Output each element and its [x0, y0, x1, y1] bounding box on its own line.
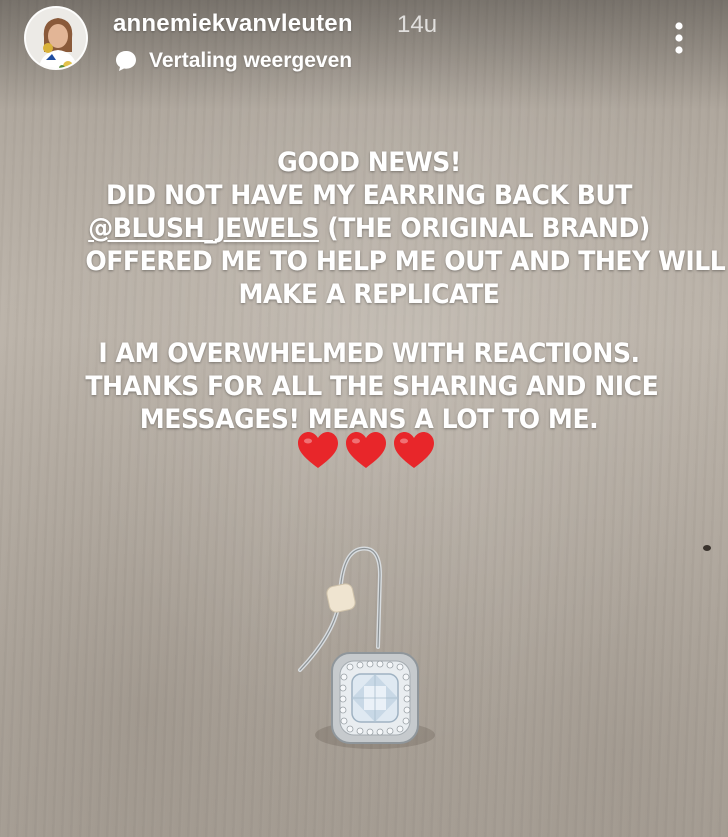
show-translation-label: Vertaling weergeven: [149, 49, 353, 72]
caption-line-with-mention: @BLUSH_JEWELS (THE ORIGINAL BRAND): [85, 212, 652, 245]
caption-line: GOOD NEWS!: [277, 147, 461, 178]
show-translation-button[interactable]: Vertaling weergeven: [113, 46, 352, 76]
avatar-photo: [26, 8, 86, 68]
caption-line: DID NOT HAVE MY EARRING BACK BUT: [106, 180, 632, 211]
caption-line: OFFERED ME TO HELP ME OUT AND THEY WILL: [85, 246, 726, 277]
earring-photo: [298, 546, 435, 749]
story-header: annemiekvanvleuten 14u Vertaling weergev…: [0, 0, 728, 90]
hearts-emoji-row: [296, 430, 441, 474]
story-view[interactable]: annemiekvanvleuten 14u Vertaling weergev…: [0, 0, 728, 837]
more-vertical-icon: [675, 22, 683, 54]
caption-text: (THE ORIGINAL BRAND): [318, 213, 650, 244]
caption-line: THANKS FOR ALL THE SHARING AND NICE: [85, 371, 659, 402]
red-heart-icon: [344, 430, 388, 470]
caption-line: MAKE A REPLICATE: [238, 279, 500, 310]
red-heart-icon: [392, 430, 436, 470]
story-caption: GOOD NEWS! DID NOT HAVE MY EARRING BACK …: [85, 146, 726, 436]
post-time: 14u: [397, 11, 438, 38]
caption-line: I AM OVERWHELMED WITH REACTIONS.: [98, 338, 640, 369]
avatar[interactable]: [24, 6, 88, 70]
mention-link[interactable]: @BLUSH_JEWELS: [88, 213, 319, 244]
username[interactable]: annemiekvanvleuten: [113, 10, 353, 38]
red-heart-icon: [296, 430, 340, 470]
speech-bubble-icon: [113, 48, 139, 74]
background-speck: [703, 545, 711, 551]
more-options-button[interactable]: [664, 18, 694, 58]
